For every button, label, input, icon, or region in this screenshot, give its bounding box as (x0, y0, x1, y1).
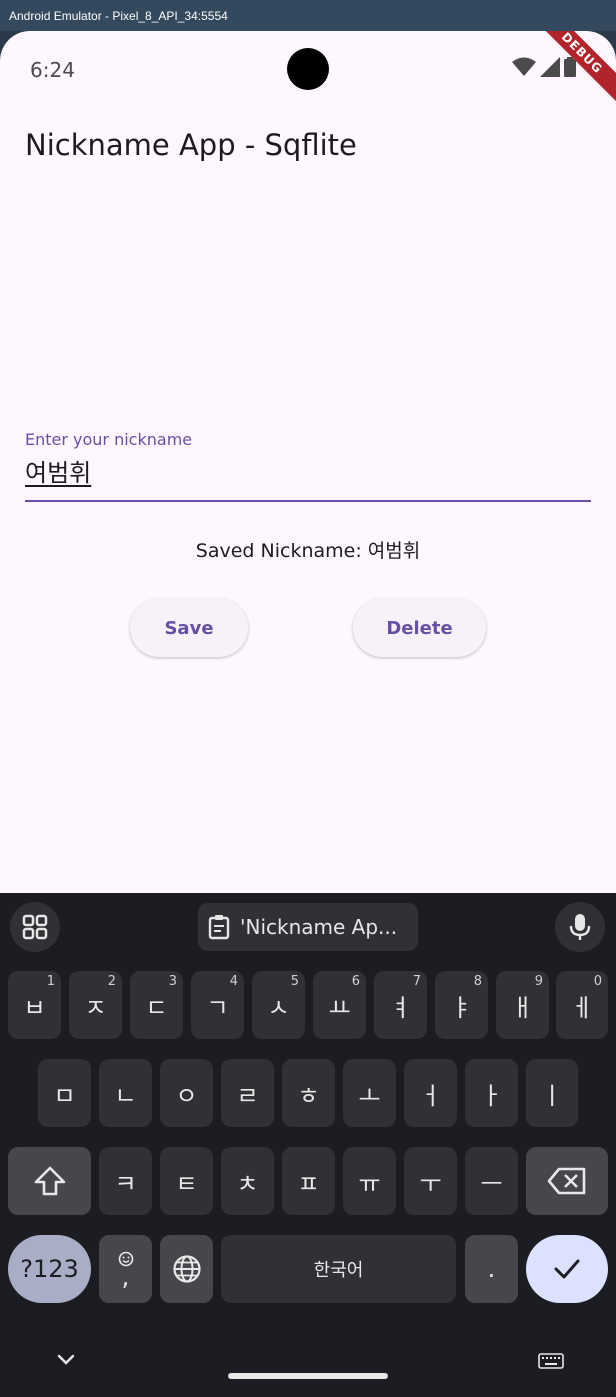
saved-nickname-text: Saved Nickname: 여범휘 (195, 540, 421, 562)
key-eu[interactable]: ㅡ (465, 1147, 518, 1215)
key-hint: 9 (534, 974, 543, 989)
window-titlebar: Android Emulator - Pixel_8_API_34:5554 (0, 0, 616, 31)
nickname-input[interactable]: 여범휘 (25, 453, 91, 488)
key-hint: 4 (229, 974, 238, 989)
cell-signal-icon (540, 57, 560, 77)
nickname-field-label: Enter your nickname (25, 430, 193, 449)
comma-label: , (121, 1263, 130, 1291)
app-title: Nickname App - Sqflite (25, 128, 357, 162)
key-label: ㅈ (84, 993, 107, 1022)
clipboard-suggestion-text: 'Nickname Ap... (240, 915, 398, 939)
key-b[interactable]: ㅂ1 (8, 971, 61, 1039)
key-label: ㅑ (450, 993, 473, 1022)
emoji-comma-key[interactable]: , (99, 1235, 152, 1303)
backspace-icon (547, 1167, 586, 1195)
language-key[interactable] (160, 1235, 213, 1303)
key-u[interactable]: ㅜ (404, 1147, 457, 1215)
key-j[interactable]: ㅈ2 (69, 971, 122, 1039)
key-i[interactable]: ㅣ (526, 1059, 578, 1127)
key-p[interactable]: ㅍ (282, 1147, 335, 1215)
key-label: ㅂ (23, 993, 46, 1022)
key-h[interactable]: ㅎ (282, 1059, 335, 1127)
delete-button[interactable]: Delete (353, 599, 486, 657)
key-ae[interactable]: ㅐ9 (496, 971, 549, 1039)
key-o[interactable]: ㅗ (343, 1059, 396, 1127)
key-label: ㅕ (389, 993, 412, 1022)
key-label: ㅅ (267, 993, 290, 1022)
key-yeo[interactable]: ㅕ7 (374, 971, 427, 1039)
symbols-key[interactable]: ?123 (8, 1235, 91, 1303)
shift-icon (34, 1166, 65, 1196)
key-hint: 1 (46, 974, 55, 989)
key-d[interactable]: ㄷ3 (130, 971, 183, 1039)
save-button[interactable]: Save (130, 599, 248, 657)
camera-cutout (287, 48, 329, 90)
key-label: ㅛ (328, 993, 351, 1022)
key-a[interactable]: ㅏ (465, 1059, 518, 1127)
key-eo[interactable]: ㅓ (404, 1059, 457, 1127)
key-hint: 5 (290, 974, 299, 989)
status-icons (512, 57, 576, 77)
apps-grid-icon (22, 914, 48, 940)
clipboard-icon (208, 915, 230, 940)
home-indicator[interactable] (228, 1373, 388, 1379)
soft-keyboard: 'Nickname Ap... ㅂ1 ㅈ2 ㄷ3 ㄱ4 ㅅ5 ㅛ6 ㅕ7 ㅑ8 … (0, 893, 616, 1397)
nickname-field[interactable]: Enter your nickname 여범휘 (25, 427, 591, 502)
key-label: ㅔ (570, 993, 594, 1022)
shift-key[interactable] (8, 1147, 91, 1215)
key-e[interactable]: ㅔ0 (556, 971, 608, 1039)
enter-key[interactable] (526, 1235, 608, 1303)
key-hint: 3 (168, 974, 177, 989)
key-label: ㄱ (206, 993, 229, 1022)
key-r[interactable]: ㄹ (221, 1059, 274, 1127)
app-screen: 6:24 DEBUG Nickname App - Sqflite Enter … (0, 31, 616, 893)
key-yu[interactable]: ㅠ (343, 1147, 396, 1215)
key-n[interactable]: ㄴ (99, 1059, 152, 1127)
checkmark-icon (554, 1259, 580, 1279)
clipboard-suggestion[interactable]: 'Nickname Ap... (198, 903, 418, 951)
key-hint: 0 (593, 974, 602, 989)
key-yo[interactable]: ㅛ6 (313, 971, 366, 1039)
device-screen: 6:24 DEBUG Nickname App - Sqflite Enter … (0, 31, 616, 1397)
hide-keyboard-icon[interactable] (56, 1353, 76, 1367)
key-s[interactable]: ㅅ5 (252, 971, 305, 1039)
key-ng[interactable]: ㅇ (160, 1059, 213, 1127)
space-key[interactable]: 한국어 (221, 1235, 456, 1303)
key-k[interactable]: ㅋ (99, 1147, 152, 1215)
status-time: 6:24 (30, 58, 75, 82)
key-label: ㅐ (511, 993, 534, 1022)
key-g[interactable]: ㄱ4 (191, 971, 244, 1039)
key-hint: 6 (351, 974, 360, 989)
keyboard-menu-button[interactable] (10, 902, 60, 952)
key-ya[interactable]: ㅑ8 (435, 971, 488, 1039)
microphone-icon (569, 914, 591, 940)
key-hint: 7 (412, 974, 421, 989)
backspace-key[interactable] (526, 1147, 608, 1215)
wifi-icon (512, 57, 536, 76)
keyboard-switch-icon[interactable] (538, 1353, 564, 1369)
window-title: Android Emulator - Pixel_8_API_34:5554 (9, 9, 228, 23)
key-hint: 2 (107, 974, 116, 989)
key-hint: 8 (473, 974, 482, 989)
key-ch[interactable]: ㅊ (221, 1147, 274, 1215)
key-t[interactable]: ㅌ (160, 1147, 213, 1215)
voice-input-button[interactable] (555, 902, 605, 952)
key-m[interactable]: ㅁ (38, 1059, 91, 1127)
keyboard-nav-row (0, 1339, 616, 1397)
globe-icon (172, 1255, 201, 1283)
period-key[interactable]: . (465, 1235, 518, 1303)
key-label: ㄷ (145, 993, 168, 1022)
